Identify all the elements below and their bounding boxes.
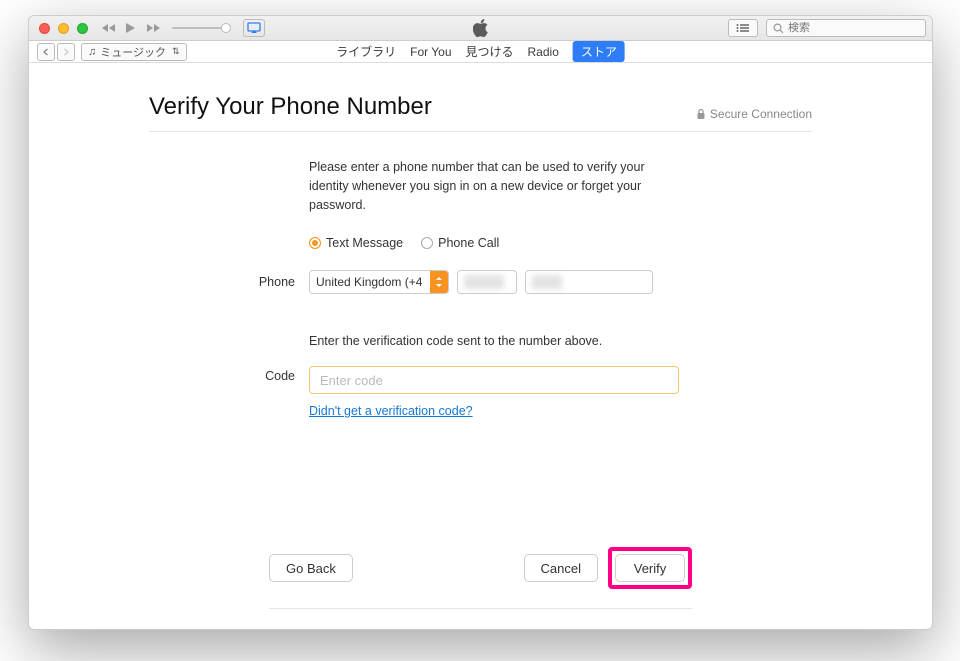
tab-radio[interactable]: Radio [528, 45, 559, 59]
rewind-icon[interactable] [102, 23, 118, 33]
page-title: Verify Your Phone Number [149, 93, 432, 121]
apple-logo-icon [473, 19, 489, 37]
country-value: United Kingdom (+4 [316, 275, 422, 289]
source-label: ミュージック [100, 44, 166, 60]
explain-text: Please enter a phone number that can be … [309, 158, 659, 214]
close-button[interactable] [39, 23, 50, 34]
nav-tabs: ライブラリ For You 見つける Radio ストア [336, 41, 625, 62]
phone-label: Phone [235, 275, 295, 289]
radio-text-message[interactable]: Text Message [309, 236, 403, 250]
playback-controls [102, 19, 265, 37]
resend-code-link[interactable]: Didn't get a verification code? [309, 404, 473, 418]
verify-button[interactable]: Verify [615, 554, 685, 582]
tab-library[interactable]: ライブラリ [336, 43, 396, 60]
radio-text-message-label: Text Message [326, 236, 403, 250]
radio-phone-call[interactable]: Phone Call [421, 236, 499, 250]
window-controls [39, 23, 88, 34]
source-selector[interactable]: ♫ ミュージック ⇅ [81, 43, 187, 61]
chevron-updown-icon: ⇅ [172, 46, 180, 57]
search-field[interactable] [766, 19, 926, 37]
itunes-window: ♫ ミュージック ⇅ ライブラリ For You 見つける Radio ストア … [28, 15, 933, 630]
nav-forward-button[interactable] [57, 43, 75, 61]
radio-on-icon [309, 237, 321, 249]
code-input[interactable] [309, 366, 679, 394]
music-note-icon: ♫ [88, 46, 96, 58]
titlebar [29, 16, 932, 41]
radio-off-icon [421, 237, 433, 249]
airplay-button[interactable] [243, 19, 265, 37]
minimize-button[interactable] [58, 23, 69, 34]
code-instructions: Enter the verification code sent to the … [309, 334, 812, 348]
nav-back-button[interactable] [37, 43, 55, 61]
zoom-button[interactable] [77, 23, 88, 34]
search-icon [773, 23, 784, 34]
secure-label: Secure Connection [710, 107, 812, 121]
list-view-button[interactable] [728, 19, 758, 37]
volume-slider[interactable] [172, 27, 227, 29]
verify-highlight: Verify [608, 547, 692, 589]
country-select[interactable]: United Kingdom (+4 [309, 270, 449, 294]
tab-for-you[interactable]: For You [410, 45, 451, 59]
code-label: Code [235, 369, 295, 383]
radio-phone-call-label: Phone Call [438, 236, 499, 250]
lock-icon [696, 108, 706, 120]
cancel-button[interactable]: Cancel [524, 554, 598, 582]
forward-icon[interactable] [146, 23, 162, 33]
tab-store[interactable]: ストア [573, 41, 625, 62]
store-content: Verify Your Phone Number Secure Connecti… [29, 63, 932, 629]
secure-connection-indicator: Secure Connection [696, 107, 812, 121]
tab-browse[interactable]: 見つける [466, 43, 514, 60]
play-icon[interactable] [124, 22, 140, 34]
secondary-toolbar: ♫ ミュージック ⇅ ライブラリ For You 見つける Radio ストア [29, 41, 932, 63]
phone-field-2[interactable] [525, 270, 653, 294]
footer-buttons: Go Back Cancel Verify [149, 528, 812, 608]
go-back-button[interactable]: Go Back [269, 554, 353, 582]
chevron-down-icon [430, 271, 448, 293]
phone-field-1[interactable] [457, 270, 517, 294]
search-input[interactable] [788, 22, 908, 34]
